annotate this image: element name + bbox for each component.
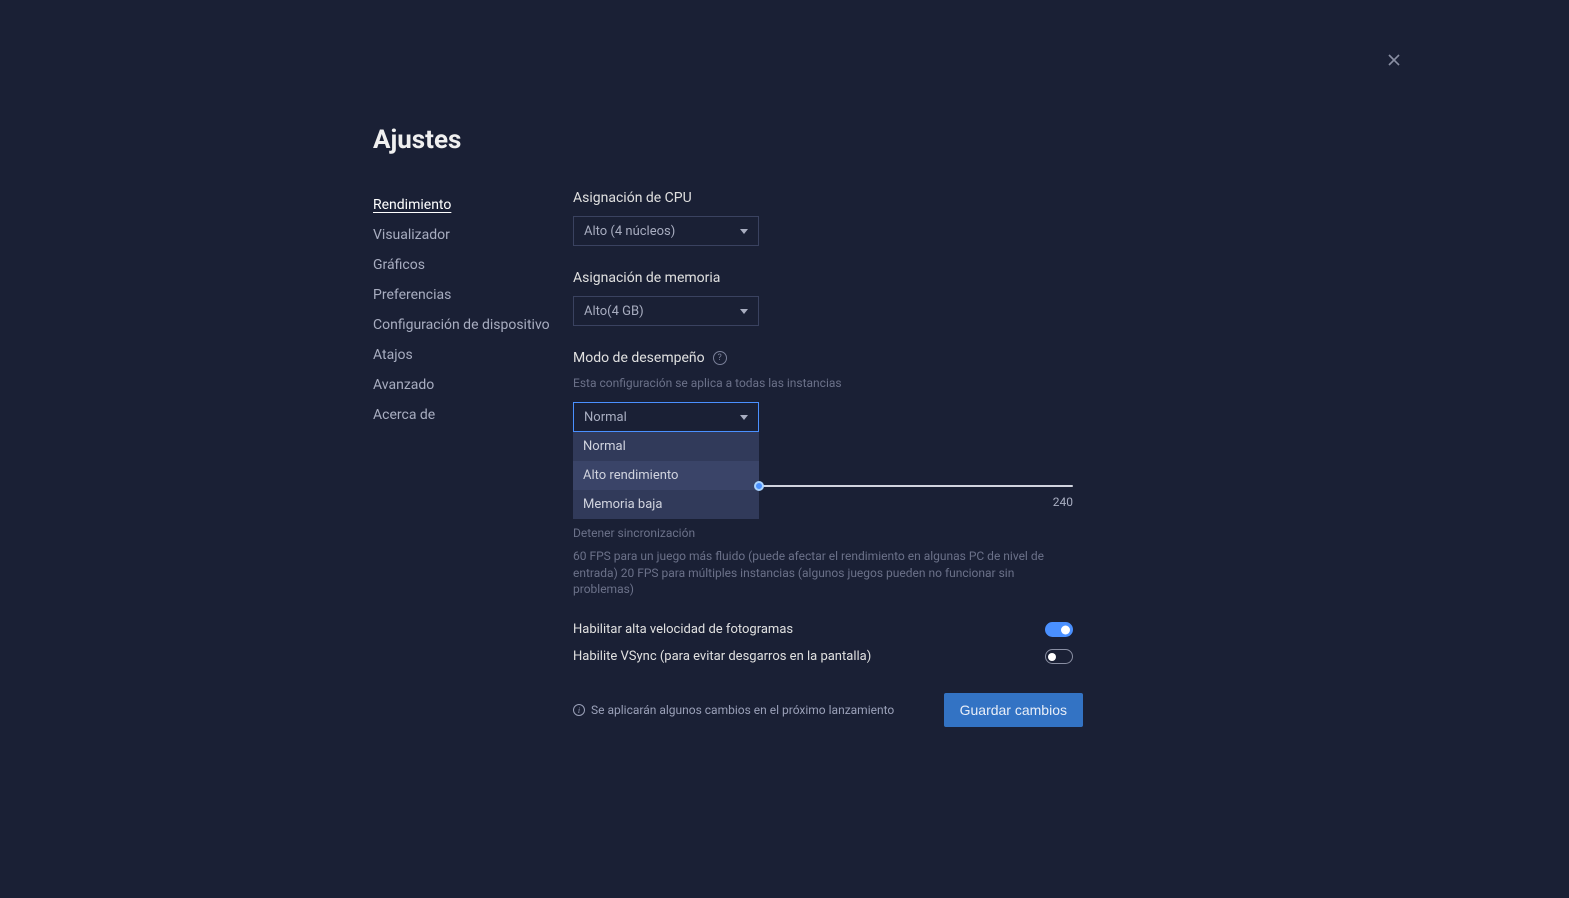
- page-title: Ajustes: [373, 125, 1569, 155]
- perf-sublabel: Esta configuración se aplica a todas las…: [573, 376, 1073, 390]
- help-icon[interactable]: ?: [713, 351, 727, 365]
- close-button[interactable]: [1384, 50, 1404, 70]
- main-content: Asignación de CPU Alto (4 núcleos) Asign…: [573, 190, 1083, 665]
- footer-bar: i Se aplicarán algunos cambios en el pró…: [573, 693, 1083, 727]
- footer-note: i Se aplicarán algunos cambios en el pró…: [573, 703, 894, 717]
- high-fps-label: Habilitar alta velocidad de fotogramas: [573, 622, 793, 637]
- memory-select[interactable]: Alto(4 GB): [573, 296, 759, 326]
- perf-select[interactable]: Normal: [573, 402, 759, 432]
- cpu-select[interactable]: Alto (4 núcleos): [573, 216, 759, 246]
- chevron-down-icon: [740, 309, 748, 314]
- perf-label-text: Modo de desempeño: [573, 350, 705, 366]
- chevron-down-icon: [740, 415, 748, 420]
- footer-note-text: Se aplicarán algunos cambios en el próxi…: [591, 703, 894, 717]
- memory-label: Asignación de memoria: [573, 270, 1073, 286]
- sidebar-item-acerca-de[interactable]: Acerca de: [373, 400, 573, 430]
- close-icon: [1384, 50, 1404, 70]
- sidebar-item-visualizador[interactable]: Visualizador: [373, 220, 573, 250]
- info-icon: i: [573, 704, 585, 716]
- fps-hint: 60 FPS para un juego más fluido (puede a…: [573, 548, 1073, 598]
- fps-max: 240: [759, 495, 1073, 509]
- perf-select-value: Normal: [584, 410, 627, 425]
- sidebar-item-rendimiento[interactable]: Rendimiento: [373, 190, 573, 220]
- perf-option-normal[interactable]: Normal: [573, 432, 759, 461]
- cpu-select-value: Alto (4 núcleos): [584, 224, 675, 239]
- cpu-label: Asignación de CPU: [573, 190, 1073, 206]
- perf-label: Modo de desempeño ?: [573, 350, 1073, 366]
- sync-label: Detener sincronización: [573, 525, 1073, 542]
- sidebar-item-avanzado[interactable]: Avanzado: [373, 370, 573, 400]
- perf-option-alto-rendimiento[interactable]: Alto rendimiento: [573, 461, 759, 490]
- perf-dropdown: Normal Alto rendimiento Memoria baja: [573, 432, 759, 519]
- high-fps-toggle[interactable]: [1045, 622, 1073, 637]
- vsync-label: Habilite VSync (para evitar desgarros en…: [573, 649, 871, 664]
- chevron-down-icon: [740, 229, 748, 234]
- memory-select-value: Alto(4 GB): [584, 304, 644, 319]
- slider-thumb[interactable]: [754, 481, 764, 491]
- sidebar-item-preferencias[interactable]: Preferencias: [373, 280, 573, 310]
- sidebar-item-atajos[interactable]: Atajos: [373, 340, 573, 370]
- sidebar-item-configuracion-dispositivo[interactable]: Configuración de dispositivo: [373, 310, 573, 340]
- toggle-thumb: [1048, 653, 1056, 661]
- sidebar-item-graficos[interactable]: Gráficos: [373, 250, 573, 280]
- save-button[interactable]: Guardar cambios: [944, 693, 1083, 727]
- fps-slider[interactable]: [759, 485, 1073, 487]
- toggle-thumb: [1061, 625, 1070, 634]
- vsync-toggle[interactable]: [1045, 649, 1073, 664]
- perf-option-memoria-baja[interactable]: Memoria baja: [573, 490, 759, 519]
- sidebar: Rendimiento Visualizador Gráficos Prefer…: [373, 190, 573, 727]
